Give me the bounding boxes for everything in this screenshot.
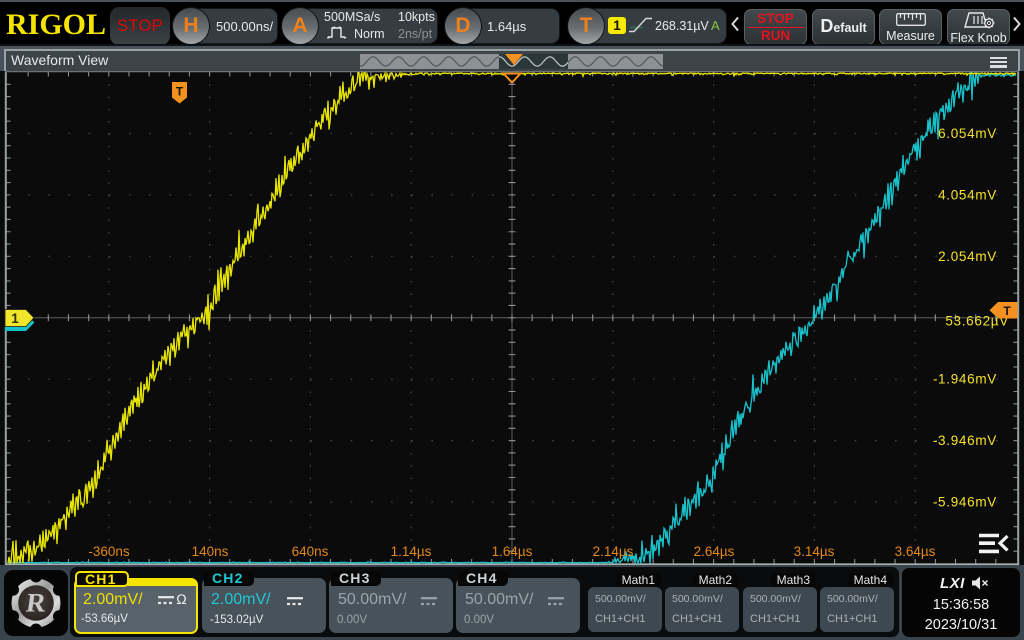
svg-text:3.14µs: 3.14µs bbox=[794, 544, 835, 559]
svg-text:1.64µs: 1.64µs bbox=[492, 544, 533, 559]
svg-text:640ns: 640ns bbox=[292, 544, 329, 559]
svg-text:2.054mV: 2.054mV bbox=[938, 249, 997, 264]
svg-text:4.054mV: 4.054mV bbox=[938, 187, 997, 202]
svg-text:1: 1 bbox=[11, 311, 19, 326]
svg-text:-1.946mV: -1.946mV bbox=[933, 372, 997, 387]
svg-text:6.054mV: 6.054mV bbox=[938, 126, 997, 141]
svg-text:2.14µs: 2.14µs bbox=[593, 544, 634, 559]
svg-text:-360ns: -360ns bbox=[88, 544, 130, 559]
svg-text:T: T bbox=[1003, 304, 1011, 318]
svg-text:T: T bbox=[176, 85, 184, 99]
svg-text:-3.946mV: -3.946mV bbox=[933, 433, 997, 448]
svg-text:140ns: 140ns bbox=[192, 544, 229, 559]
svg-text:1.14µs: 1.14µs bbox=[391, 544, 432, 559]
svg-text:-5.946mV: -5.946mV bbox=[933, 495, 997, 510]
svg-text:2.64µs: 2.64µs bbox=[694, 544, 735, 559]
svg-text:3.64µs: 3.64µs bbox=[895, 544, 936, 559]
